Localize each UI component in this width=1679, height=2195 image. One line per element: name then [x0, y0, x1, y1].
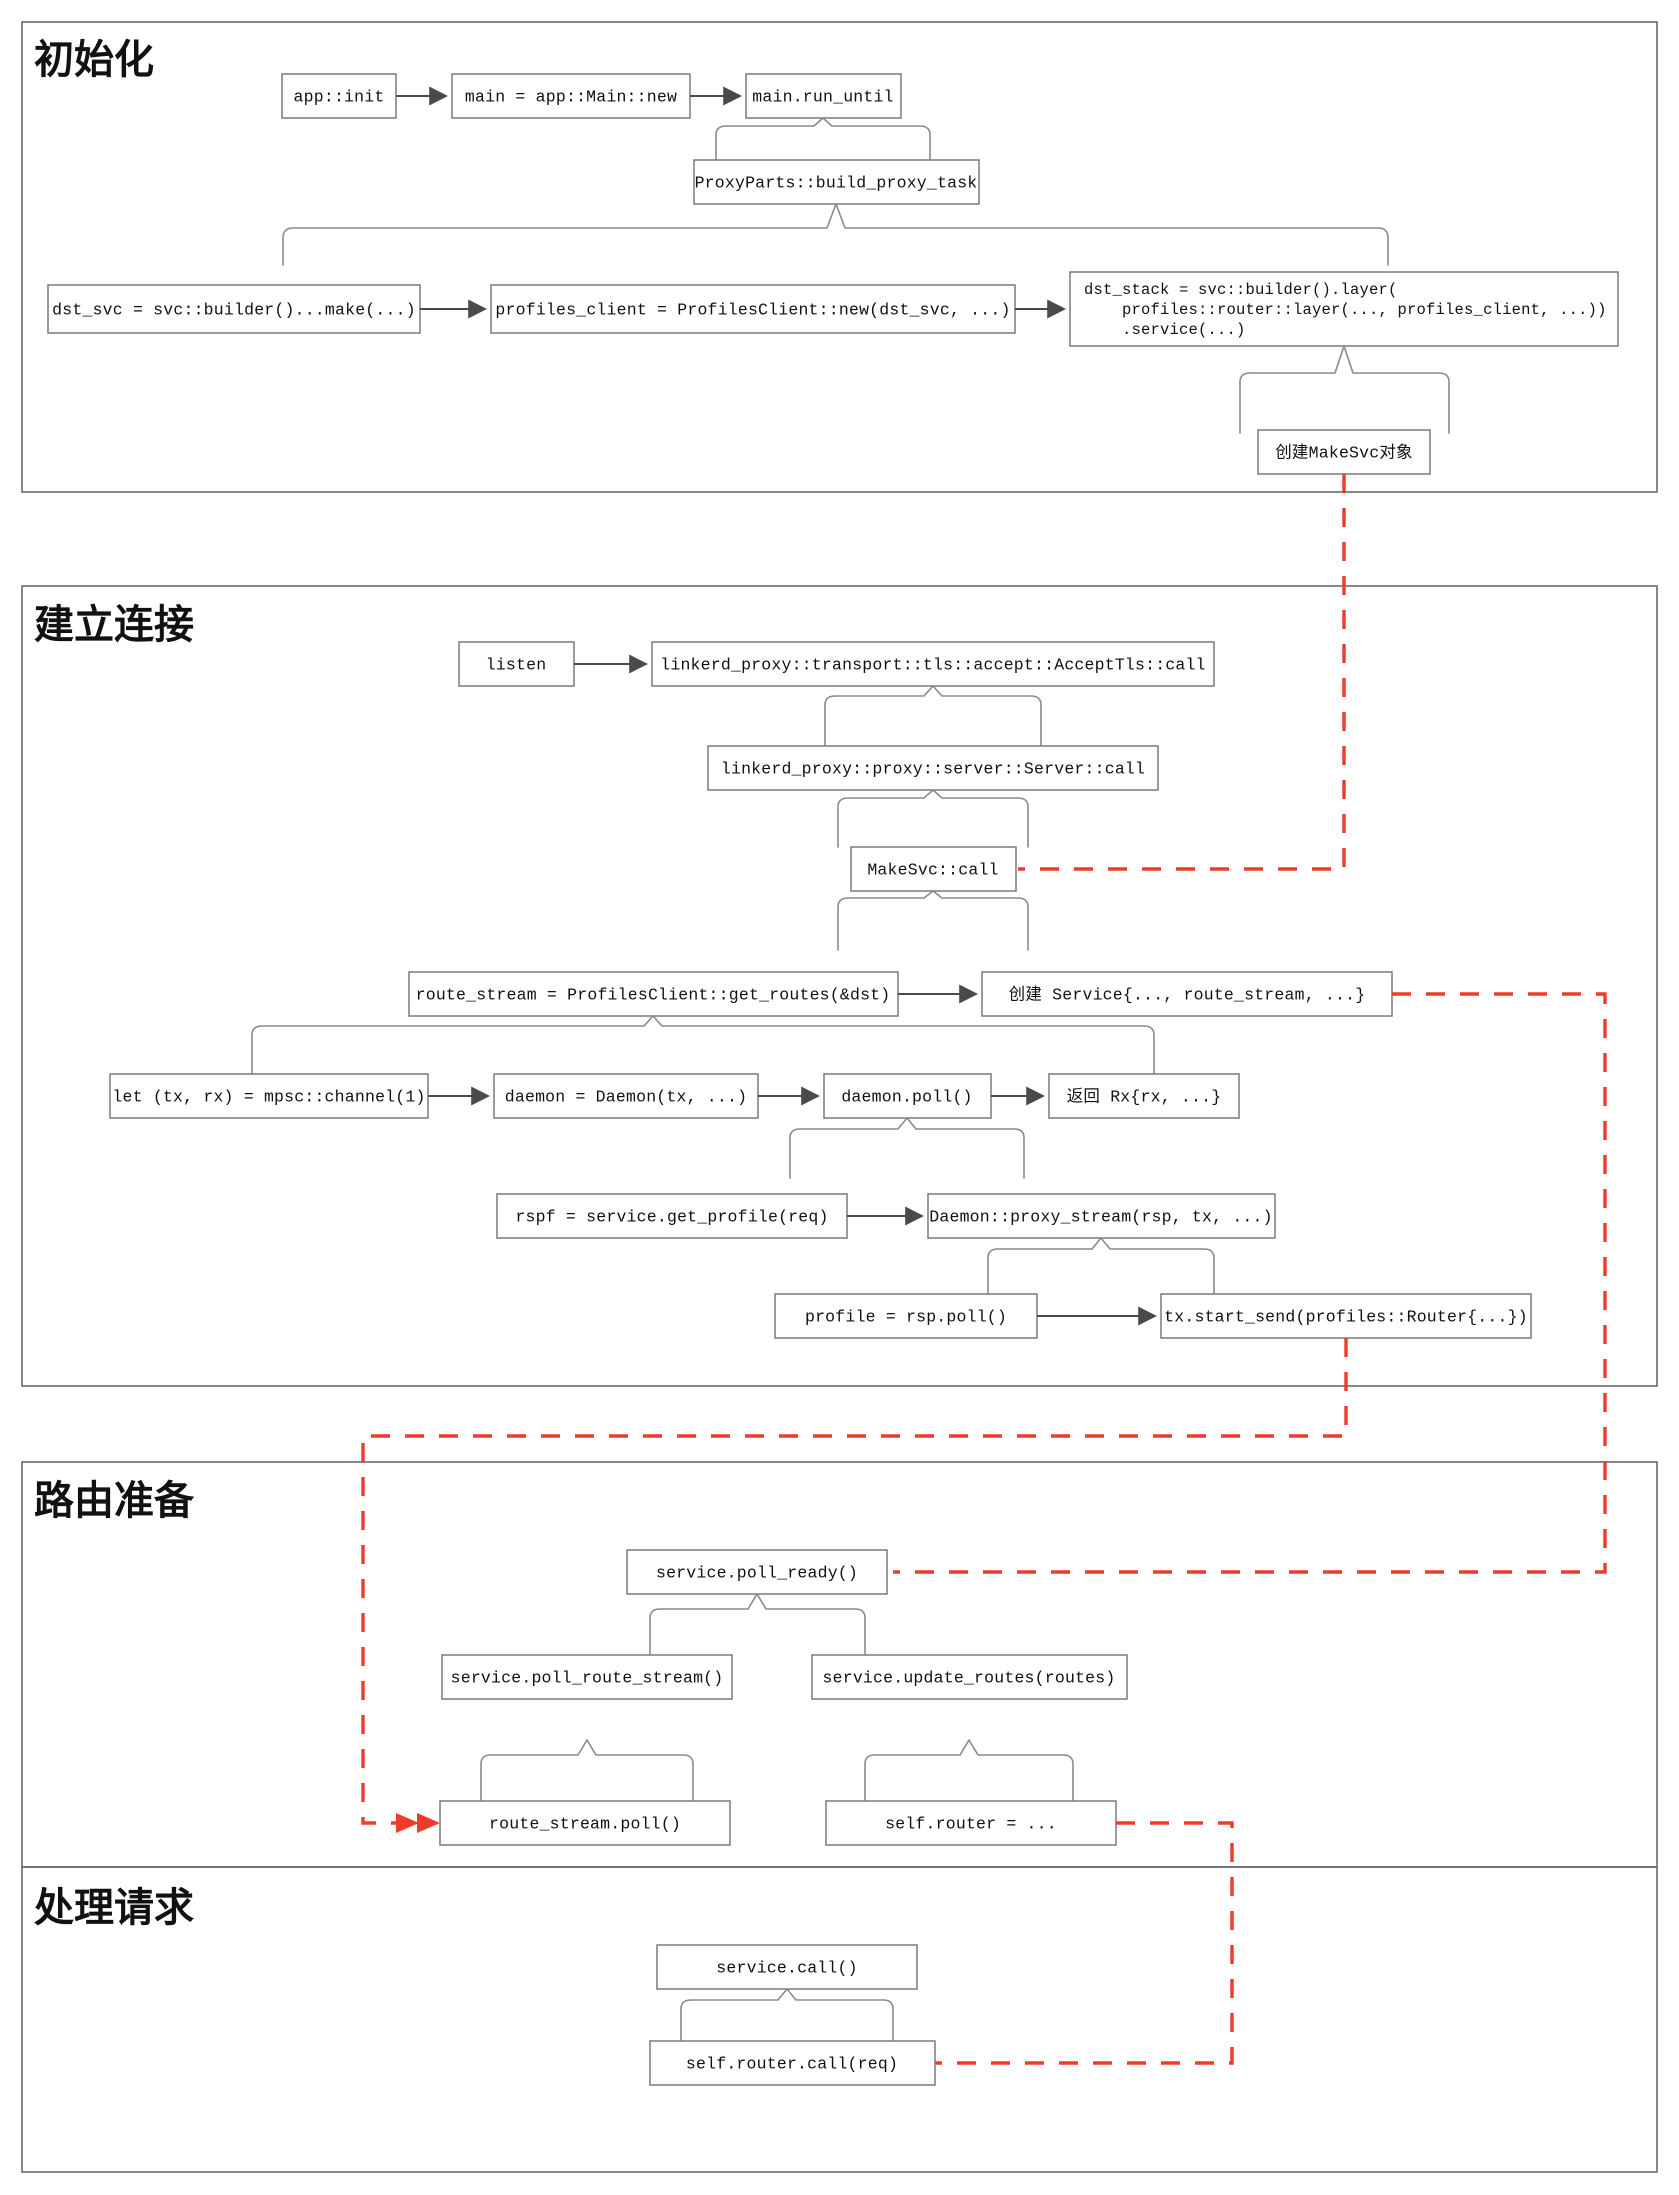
flow-diagram: 初始化 建立连接 路由准备 处理请求 app::init main = app:… [21, 21, 1658, 2173]
brace-servercall-makesvccall [837, 789, 1029, 848]
node-proxy-stream-label: Daemon::proxy_stream(rsp, tx, ...) [929, 1207, 1272, 1226]
node-server-call-label: linkerd_proxy::proxy::server::Server::ca… [721, 759, 1145, 778]
node-self-router-call-label: self.router.call(req) [686, 2054, 898, 2073]
node-tx-start-send-label: tx.start_send(profiles::Router{...}) [1164, 1307, 1528, 1326]
brace-dststack-makesvc [1239, 345, 1450, 434]
node-get-profile-label: rspf = service.get_profile(req) [515, 1207, 828, 1226]
node-dst-svc-label: dst_svc = svc::builder()...make(...) [52, 300, 416, 319]
node-daemon-poll-label: daemon.poll() [841, 1087, 972, 1106]
brace-daemonpoll-getprofile [789, 1117, 1025, 1179]
brace-getroutes-mpsc [251, 1015, 1155, 1074]
node-create-makesvc-label: 创建MakeSvc对象 [1275, 442, 1413, 462]
brace-pollready-children [649, 1593, 866, 1655]
node-mpsc-channel-label: let (tx, rx) = mpsc::channel(1) [112, 1087, 425, 1106]
brace-accepttls-servercall [824, 685, 1042, 748]
diagram-canvas: 初始化 建立连接 路由准备 处理请求 app::init main = app:… [0, 0, 1679, 2195]
redline-arrowhead-routestreampoll [417, 1813, 440, 1833]
brace-proxystream-profile [987, 1237, 1215, 1295]
node-poll-ready-label: service.poll_ready() [656, 1563, 858, 1582]
node-dst-stack-line3: .service(...) [1084, 321, 1246, 339]
redline-selfrouter-to-selfroutercall [935, 1821, 1234, 2065]
brace-buildproxy-wide [282, 203, 1389, 266]
node-daemon-new-label: daemon = Daemon(tx, ...) [505, 1087, 747, 1106]
node-main-new-label: main = app::Main::new [465, 87, 677, 106]
brace-updateroutes-child [864, 1739, 1074, 1802]
node-route-stream-poll-label: route_stream.poll() [489, 1814, 681, 1833]
node-app-init-label: app::init [294, 87, 385, 106]
section-title-connect: 建立连接 [34, 602, 194, 648]
redline-createservice-to-pollready [893, 992, 1607, 1574]
node-dst-stack-line2: profiles::router::layer(..., profiles_cl… [1084, 301, 1607, 319]
brace-servicecall-selfroutercall [680, 1988, 894, 2044]
node-makesvc-call-label: MakeSvc::call [867, 860, 998, 879]
section-title-init: 初始化 [34, 37, 154, 83]
section-title-request: 处理请求 [34, 1885, 194, 1931]
section-title-route: 路由准备 [34, 1478, 195, 1524]
brace-rununtil-buildproxy [715, 117, 931, 162]
node-create-service-label: 创建 Service{..., route_stream, ...} [1009, 984, 1366, 1004]
node-self-router-assign-label: self.router = ... [885, 1814, 1057, 1833]
node-poll-route-stream-label: service.poll_route_stream() [451, 1668, 724, 1687]
node-build-proxy-task-label: ProxyParts::build_proxy_task [695, 173, 978, 192]
section-frame-request [21, 1866, 1658, 2173]
node-listen-label: listen [486, 655, 547, 674]
redline-arrowhead-routestreampoll-2 [396, 1813, 419, 1833]
node-update-routes-label: service.update_routes(routes) [823, 1668, 1116, 1687]
node-service-call-label: service.call() [716, 1958, 857, 1977]
node-return-rx-label: 返回 Rx{rx, ...} [1067, 1086, 1222, 1106]
node-get-routes-label: route_stream = ProfilesClient::get_route… [416, 985, 891, 1004]
node-main-run-until-label: main.run_until [752, 87, 893, 106]
brace-makesvccall-getroutes [837, 890, 1029, 951]
node-dst-stack-line1: dst_stack = svc::builder().layer( [1084, 281, 1398, 299]
node-accept-tls-call-label: linkerd_proxy::transport::tls::accept::A… [660, 655, 1206, 674]
node-profiles-client-label: profiles_client = ProfilesClient::new(ds… [495, 300, 1010, 319]
brace-pollroutestream-child [480, 1739, 694, 1802]
node-profile-rsp-poll-label: profile = rsp.poll() [805, 1307, 1007, 1326]
